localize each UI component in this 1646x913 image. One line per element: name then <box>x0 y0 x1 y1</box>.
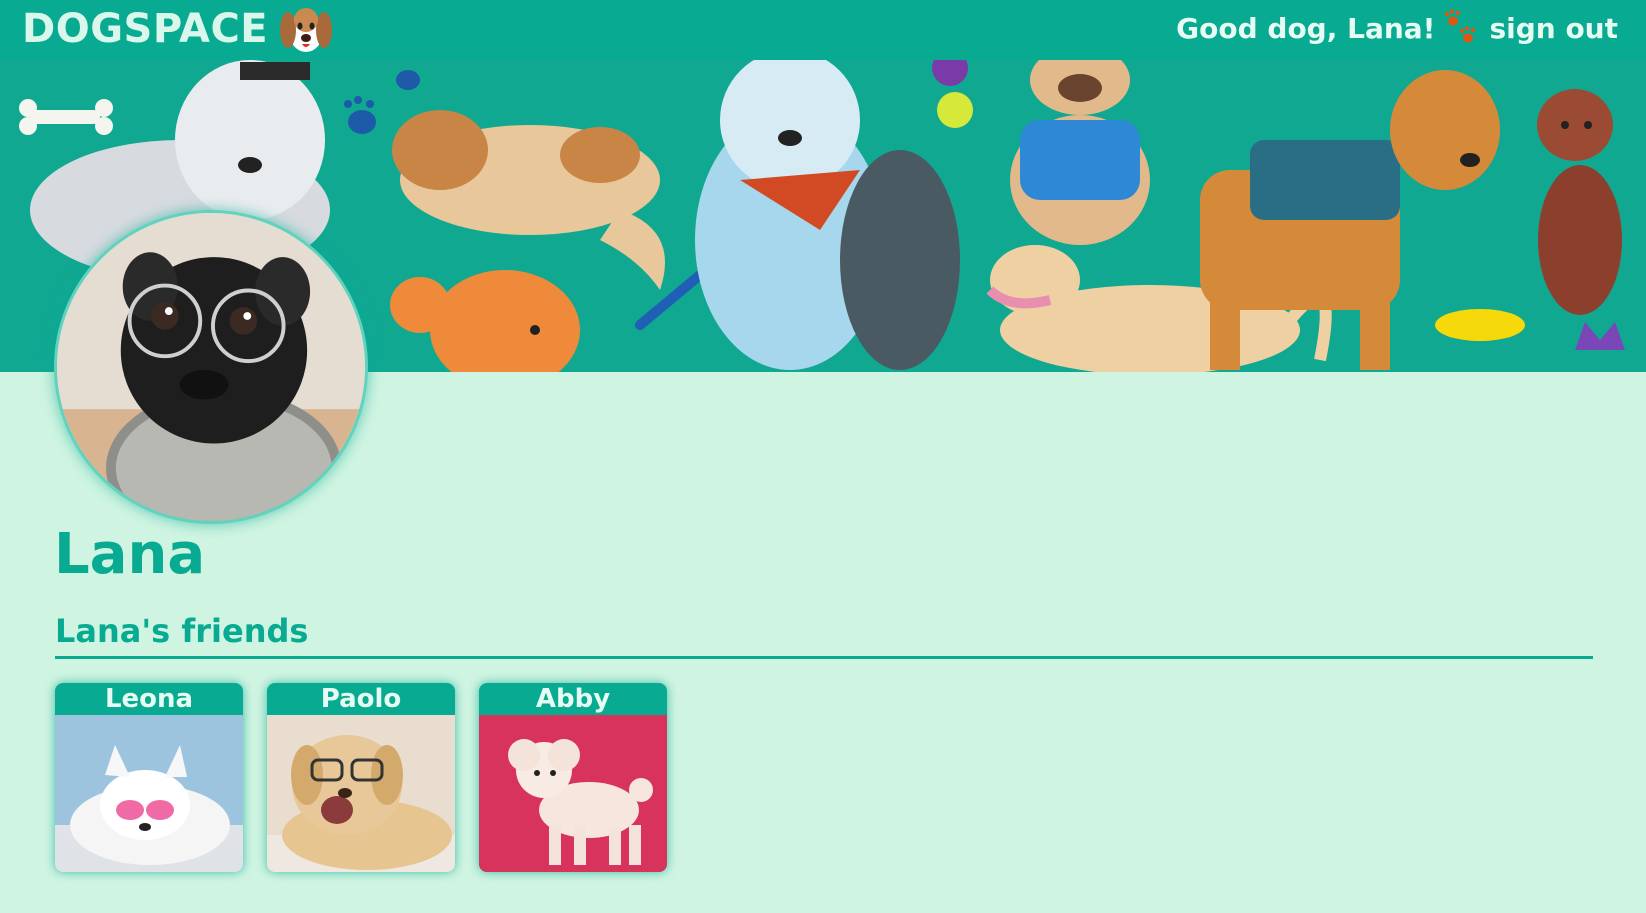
friend-photo-abby <box>479 715 667 872</box>
friend-card-leona[interactable]: Leona <box>55 683 243 872</box>
user-area: Good dog, Lana! sign out <box>1176 8 1618 48</box>
site-logo[interactable]: DOGSPACE <box>22 4 268 54</box>
greeting-text: Good dog, Lana! <box>1176 11 1436 45</box>
friend-name: Abby <box>535 684 611 714</box>
profile-avatar[interactable] <box>54 210 368 524</box>
friend-card-abby[interactable]: Abby <box>479 683 667 872</box>
profile-name: Lana <box>54 522 206 587</box>
paw-prints-icon <box>1445 9 1476 43</box>
section-divider <box>55 656 1593 659</box>
friend-card-paolo[interactable]: Paolo <box>267 683 455 872</box>
friends-list: Leona Paolo Abby <box>55 683 667 872</box>
friend-name: Paolo <box>320 684 402 714</box>
sign-out-link[interactable]: sign out <box>1489 12 1618 45</box>
top-bar: DOGSPACE Good dog, Lana! sign out <box>0 0 1646 60</box>
friend-photo-paolo <box>267 715 455 872</box>
dog-face-icon <box>280 8 332 52</box>
friend-name: Leona <box>104 684 194 714</box>
pug-with-glasses-avatar <box>57 213 365 521</box>
friends-heading: Lana's friends <box>55 612 309 650</box>
friend-photo-leona <box>55 715 243 872</box>
